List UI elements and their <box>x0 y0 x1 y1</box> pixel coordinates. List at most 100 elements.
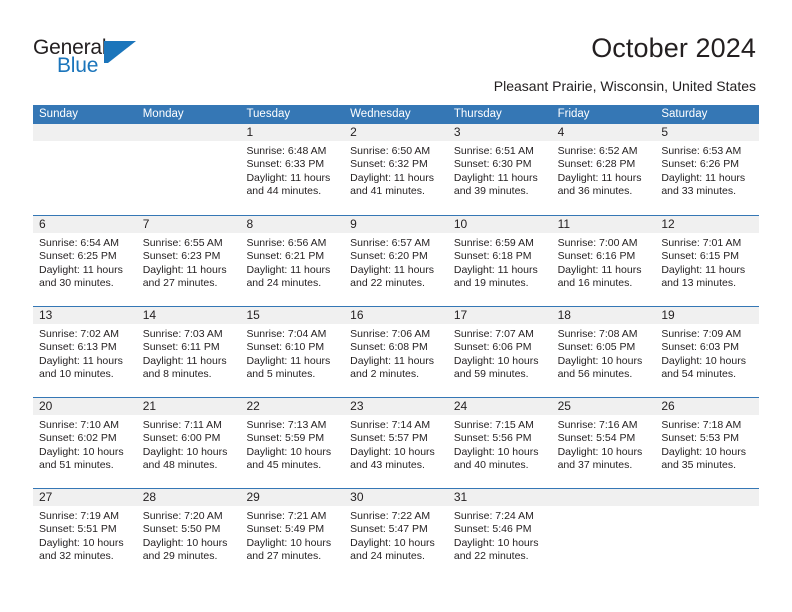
calendar-day-cell[interactable]: 8 Sunrise: 6:56 AM Sunset: 6:21 PM Daylight… <box>240 216 345 306</box>
day-daylight-line2-text: and 56 minutes. <box>557 368 633 381</box>
day-sun-info: Sunrise: 7:04 AM Sunset: 6:10 PM Daylight:… <box>240 324 344 382</box>
calendar-day-cell[interactable]: 18 Sunrise: 7:08 AM Sunset: 6:05 PM Dayligh… <box>551 307 656 397</box>
day-daylight-line2-text: and 40 minutes. <box>453 459 529 472</box>
calendar-day-cell[interactable]: 5 Sunrise: 6:53 AM Sunset: 6:26 PM Daylight… <box>655 124 760 215</box>
day-sunset-text: Sunset: 5:50 PM <box>142 523 221 536</box>
day-daylight-line2-text: and 27 minutes. <box>246 550 322 563</box>
calendar-day-cell[interactable]: 23 Sunrise: 7:14 AM Sunset: 5:57 PM Dayligh… <box>344 398 448 488</box>
day-sunset-text: Sunset: 6:32 PM <box>350 158 428 171</box>
calendar-day-cell[interactable]: 2 Sunrise: 6:50 AM Sunset: 6:32 PM Daylight… <box>344 124 448 215</box>
day-sun-info: Sunrise: 6:56 AM Sunset: 6:21 PM Daylight:… <box>240 233 344 291</box>
day-number: 19 <box>655 307 760 324</box>
day-sunset-text: Sunset: 5:59 PM <box>246 432 325 445</box>
day-number: 5 <box>655 124 760 141</box>
day-number <box>136 124 241 141</box>
day-sunset-text: Sunset: 6:30 PM <box>453 158 532 171</box>
page-subtitle-location: Pleasant Prairie, Wisconsin, United Stat… <box>493 78 756 94</box>
day-number: 8 <box>240 216 345 233</box>
calendar-day-cell[interactable]: 4 Sunrise: 6:52 AM Sunset: 6:28 PM Daylight… <box>551 124 656 215</box>
day-daylight-line2-text: and 27 minutes. <box>142 277 218 290</box>
calendar-day-cell[interactable]: 22 Sunrise: 7:13 AM Sunset: 5:59 PM Dayligh… <box>240 398 345 488</box>
day-sunrise-text: Sunrise: 7:14 AM <box>350 419 431 431</box>
page-header: General Blue October 2024 Pleasant Prair… <box>0 0 792 104</box>
weekday-header-sunday: Sunday <box>39 108 79 120</box>
day-sunset-text: Sunset: 6:08 PM <box>350 341 428 354</box>
day-sunset-text: Sunset: 6:03 PM <box>661 341 739 354</box>
day-sun-info: Sunrise: 7:06 AM Sunset: 6:08 PM Daylight:… <box>344 324 448 382</box>
day-number: 26 <box>655 398 760 415</box>
calendar-day-cell[interactable]: 11 Sunrise: 7:00 AM Sunset: 6:16 PM Dayligh… <box>551 216 656 306</box>
day-daylight-line1-text: Daylight: 11 hours <box>39 354 123 367</box>
day-sunrise-text: Sunrise: 7:01 AM <box>661 237 742 249</box>
day-number: 10 <box>447 216 552 233</box>
calendar-day-cell[interactable]: 17 Sunrise: 7:07 AM Sunset: 6:06 PM Dayligh… <box>447 307 552 397</box>
calendar-day-cell[interactable]: 30 Sunrise: 7:22 AM Sunset: 5:47 PM Dayligh… <box>344 489 448 579</box>
day-daylight-line2-text: and 37 minutes. <box>557 459 633 472</box>
weekday-header-friday: Friday <box>557 108 590 120</box>
calendar-day-cell[interactable]: 15 Sunrise: 7:04 AM Sunset: 6:10 PM Dayligh… <box>240 307 345 397</box>
calendar-day-cell[interactable]: 7 Sunrise: 6:55 AM Sunset: 6:23 PM Daylight… <box>136 216 241 306</box>
calendar-day-cell[interactable]: 29 Sunrise: 7:21 AM Sunset: 5:49 PM Dayligh… <box>240 489 345 579</box>
calendar-day-cell[interactable]: 19 Sunrise: 7:09 AM Sunset: 6:03 PM Dayligh… <box>655 307 760 397</box>
day-sun-info: Sunrise: 7:16 AM Sunset: 5:54 PM Daylight:… <box>552 415 656 473</box>
day-daylight-line1-text: Daylight: 10 hours <box>39 536 124 549</box>
day-number: 9 <box>344 216 448 233</box>
day-number: 1 <box>240 124 345 141</box>
calendar-day-cell[interactable]: 31 Sunrise: 7:24 AM Sunset: 5:46 PM Dayligh… <box>447 489 552 579</box>
flag-triangle-icon <box>104 41 136 63</box>
weekday-header-wednesday: Wednesday <box>350 108 411 120</box>
day-daylight-line2-text: and 33 minutes. <box>661 185 737 198</box>
calendar-week-row: 1 Sunrise: 6:48 AM Sunset: 6:33 PM Daylight… <box>33 124 760 215</box>
calendar-day-cell[interactable]: 1 Sunrise: 6:48 AM Sunset: 6:33 PM Daylight… <box>240 124 345 215</box>
calendar-day-cell[interactable]: 26 Sunrise: 7:18 AM Sunset: 5:53 PM Dayligh… <box>655 398 760 488</box>
day-number: 25 <box>551 398 656 415</box>
calendar-day-cell[interactable]: 16 Sunrise: 7:06 AM Sunset: 6:08 PM Dayligh… <box>344 307 448 397</box>
day-daylight-line1-text: Daylight: 11 hours <box>350 171 435 184</box>
day-number: 29 <box>240 489 345 506</box>
calendar-day-cell[interactable]: 28 Sunrise: 7:20 AM Sunset: 5:50 PM Dayligh… <box>136 489 241 579</box>
day-daylight-line2-text: and 13 minutes. <box>661 277 737 290</box>
day-sun-info: Sunrise: 7:14 AM Sunset: 5:57 PM Daylight:… <box>344 415 448 473</box>
calendar-day-cell[interactable]: 13 Sunrise: 7:02 AM Sunset: 6:13 PM Dayligh… <box>33 307 137 397</box>
day-sun-info: Sunrise: 7:10 AM Sunset: 6:02 PM Daylight:… <box>33 415 137 473</box>
day-sunrise-text: Sunrise: 7:00 AM <box>557 237 638 249</box>
day-sun-info: Sunrise: 7:09 AM Sunset: 6:03 PM Daylight:… <box>655 324 759 382</box>
day-sunset-text: Sunset: 6:02 PM <box>39 432 117 445</box>
day-sunset-text: Sunset: 6:20 PM <box>350 250 428 263</box>
day-sunrise-text: Sunrise: 7:22 AM <box>350 510 431 522</box>
calendar-day-cell[interactable]: 10 Sunrise: 6:59 AM Sunset: 6:18 PM Dayligh… <box>447 216 552 306</box>
calendar-day-cell[interactable]: 12 Sunrise: 7:01 AM Sunset: 6:15 PM Dayligh… <box>655 216 760 306</box>
day-sunrise-text: Sunrise: 6:50 AM <box>350 145 431 157</box>
day-daylight-line1-text: Daylight: 10 hours <box>557 354 643 367</box>
day-number: 24 <box>447 398 552 415</box>
calendar-day-cell[interactable]: 24 Sunrise: 7:15 AM Sunset: 5:56 PM Dayligh… <box>447 398 552 488</box>
calendar-day-cell[interactable]: 21 Sunrise: 7:11 AM Sunset: 6:00 PM Dayligh… <box>136 398 241 488</box>
calendar-day-cell[interactable]: 27 Sunrise: 7:19 AM Sunset: 5:51 PM Dayligh… <box>33 489 137 579</box>
day-sunrise-text: Sunrise: 7:08 AM <box>557 328 638 340</box>
day-daylight-line2-text: and 24 minutes. <box>246 277 322 290</box>
calendar-page: General Blue October 2024 Pleasant Prair… <box>0 0 792 612</box>
day-sunrise-text: Sunrise: 7:02 AM <box>39 328 119 340</box>
day-daylight-line1-text: Daylight: 10 hours <box>246 536 332 549</box>
calendar-day-cell[interactable]: 25 Sunrise: 7:16 AM Sunset: 5:54 PM Dayligh… <box>551 398 656 488</box>
calendar-day-cell-empty <box>551 489 656 579</box>
day-number: 23 <box>344 398 448 415</box>
day-sun-info: Sunrise: 6:52 AM Sunset: 6:28 PM Daylight:… <box>552 141 656 199</box>
calendar-day-cell[interactable]: 3 Sunrise: 6:51 AM Sunset: 6:30 PM Daylight… <box>447 124 552 215</box>
day-daylight-line2-text: and 8 minutes. <box>142 368 212 381</box>
calendar-week-row: 20 Sunrise: 7:10 AM Sunset: 6:02 PM Dayligh… <box>33 397 760 488</box>
day-sunset-text: Sunset: 6:26 PM <box>661 158 739 171</box>
day-sunset-text: Sunset: 6:28 PM <box>557 158 636 171</box>
calendar-day-cell[interactable]: 20 Sunrise: 7:10 AM Sunset: 6:02 PM Dayligh… <box>33 398 137 488</box>
calendar-day-cell[interactable]: 14 Sunrise: 7:03 AM Sunset: 6:11 PM Dayligh… <box>136 307 241 397</box>
day-number: 18 <box>551 307 656 324</box>
day-sunset-text: Sunset: 6:06 PM <box>453 341 532 354</box>
calendar-day-cell[interactable]: 6 Sunrise: 6:54 AM Sunset: 6:25 PM Daylight… <box>33 216 137 306</box>
day-sunrise-text: Sunrise: 6:57 AM <box>350 237 431 249</box>
calendar-day-cell[interactable]: 9 Sunrise: 6:57 AM Sunset: 6:20 PM Daylight… <box>344 216 448 306</box>
day-daylight-line1-text: Daylight: 11 hours <box>557 171 642 184</box>
day-daylight-line2-text: and 35 minutes. <box>661 459 737 472</box>
day-sunset-text: Sunset: 6:15 PM <box>661 250 739 263</box>
day-daylight-line1-text: Daylight: 10 hours <box>453 536 539 549</box>
day-daylight-line2-text: and 59 minutes. <box>453 368 529 381</box>
